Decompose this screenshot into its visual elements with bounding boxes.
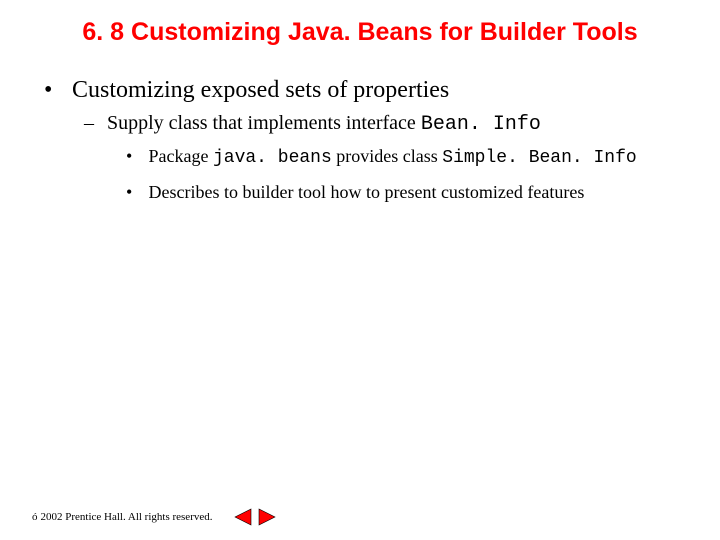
bullet-l3a-code1: java. beans [213,148,332,168]
bullet-level-3: Describes to builder tool how to present… [126,182,680,203]
bullet-level-2: Supply class that implements interface B… [84,112,680,136]
slide: 6. 8 Customizing Java. Beans for Builder… [0,0,720,540]
copyright-text: 2002 Prentice Hall. All rights reserved. [41,511,213,523]
copyright: ó 2002 Prentice Hall. All rights reserve… [32,511,213,523]
copyright-symbol: ó [32,511,38,523]
bullet-l3a-mid: provides class [332,146,442,166]
bullet-l2-code: Bean. Info [421,113,541,136]
nav-prev-icon[interactable] [233,508,253,526]
bullet-l2-text: Supply class that implements interface [107,112,421,134]
bullet-l3a-pre: Package [149,146,213,166]
bullet-l3b-text: Describes to builder tool how to present… [149,182,585,202]
slide-title: 6. 8 Customizing Java. Beans for Builder… [70,18,650,47]
nav-next-icon[interactable] [257,508,277,526]
bullet-l1-text: Customizing exposed sets of properties [72,77,449,103]
bullet-l3a-code2: Simple. Bean. Info [442,148,636,168]
bullet-level-3: Package java. beans provides class Simpl… [126,146,680,168]
footer: ó 2002 Prentice Hall. All rights reserve… [32,508,277,526]
nav-buttons [233,508,277,526]
bullet-level-1: Customizing exposed sets of properties [44,77,680,104]
